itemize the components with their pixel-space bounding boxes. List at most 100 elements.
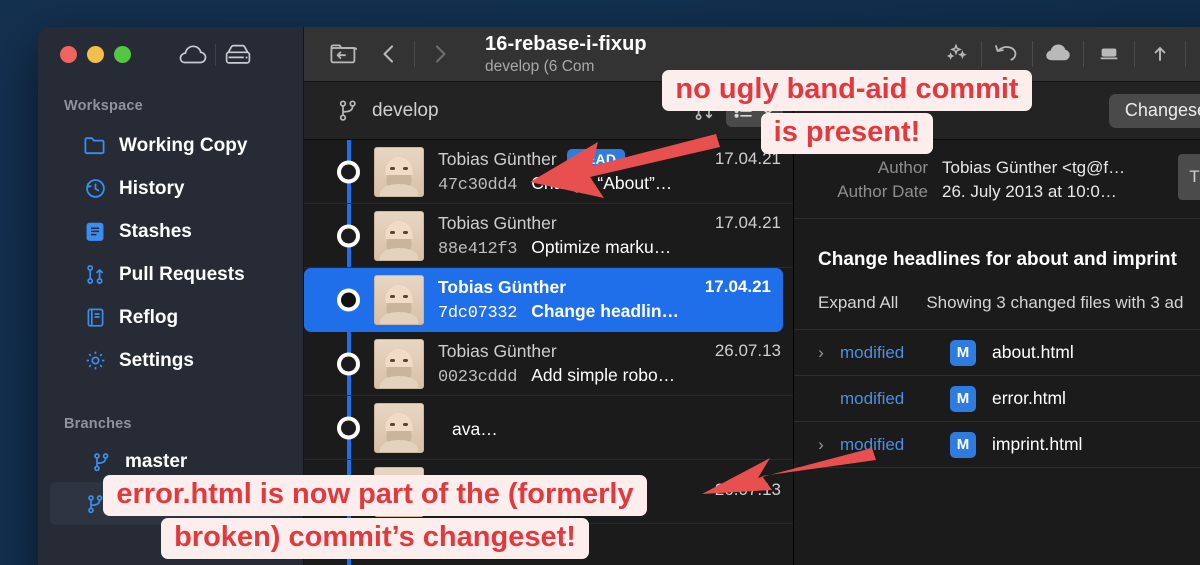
pull-down-icon[interactable]: [1188, 34, 1200, 74]
file-status: modified: [840, 388, 905, 408]
repo-name: 16-rebase-i-fixup: [485, 32, 647, 55]
author-date-row: Author Date 26. July 2013 at 10:0…: [794, 180, 1200, 204]
commit-author: Tobias Günther: [438, 212, 557, 233]
avatar: [374, 338, 424, 389]
branch-icon: [338, 99, 358, 122]
close-button[interactable]: [60, 46, 77, 63]
commit-author: Tobias Günther: [438, 276, 567, 297]
commit-row[interactable]: Tobias Günther 26.07.13 0023cddd Add sim…: [304, 332, 793, 396]
back-button[interactable]: [366, 34, 412, 74]
toolbar-divider: [1032, 41, 1033, 67]
sidebar-item-reflog[interactable]: Reflog: [38, 296, 303, 339]
sidebar-item-label: Stashes: [119, 220, 192, 242]
author-value: Tobias Günther <tg@f…: [942, 158, 1126, 177]
annotation-bottom-line2: broken) commit’s changeset!: [161, 518, 589, 560]
commit-message: ava…: [452, 418, 498, 439]
cloud-pull-icon[interactable]: [1035, 34, 1081, 74]
pull-request-icon: [84, 264, 106, 286]
sidebar-item-label: master: [125, 451, 188, 472]
forward-button[interactable]: [417, 34, 463, 74]
commit-date: 17.04.21: [704, 277, 771, 296]
branch-icon: [90, 451, 112, 473]
annotation-bottom: error.html is now part of the (formerly …: [40, 475, 710, 560]
clipboard-icon: [84, 221, 106, 243]
zoom-button[interactable]: [114, 46, 131, 63]
cloud-icon[interactable]: [171, 37, 215, 73]
sidebar-item-label: History: [119, 177, 185, 199]
expand-all-button[interactable]: Expand All: [818, 293, 898, 313]
annotation-top: no ugly band-aid commit is present!: [622, 70, 1072, 155]
toolbar-divider: [414, 41, 415, 67]
undo-icon[interactable]: [984, 34, 1030, 74]
drive-icon[interactable]: [216, 37, 260, 73]
clock-icon: [84, 178, 106, 200]
sparkles-icon[interactable]: [933, 34, 979, 74]
commit-hash: 0023cddd: [438, 367, 518, 387]
toolbar-divider: [1083, 41, 1084, 67]
commit-hash: 88e412f3: [438, 239, 518, 259]
file-name: imprint.html: [992, 434, 1083, 454]
annotation-top-line2: is present!: [760, 113, 934, 155]
modified-badge: M: [950, 339, 976, 366]
commit-graph-node: [337, 352, 360, 375]
changeset-button[interactable]: Changeset: [1108, 93, 1200, 128]
chevron-right-icon[interactable]: ›: [802, 343, 840, 363]
changeset-actions: Expand All Showing 3 changed files with …: [794, 271, 1200, 330]
commit-date: 17.04.21: [714, 213, 781, 232]
author-label: Author: [877, 158, 928, 177]
file-status: modified: [840, 342, 905, 362]
toolbar-divider: [981, 41, 982, 67]
sidebar-item-working-copy[interactable]: Working Copy: [38, 124, 303, 167]
commit-hash: 47c30dd4: [438, 175, 518, 195]
annotation-top-line1: no ugly band-aid commit: [662, 70, 1032, 112]
commit-graph-node: [337, 416, 360, 439]
commit-message: Change headlin…: [531, 300, 680, 321]
folder-icon: [84, 135, 106, 157]
sidebar-item-history[interactable]: History: [38, 167, 303, 210]
commit-hash: 7dc07332: [438, 303, 518, 323]
commit-row[interactable]: Tobias Günther 17.04.21 88e412f3 Optimiz…: [304, 204, 793, 268]
sidebar-item-stashes[interactable]: Stashes: [38, 210, 303, 253]
file-name: about.html: [992, 342, 1074, 362]
file-row[interactable]: › modified M error.html: [794, 376, 1200, 422]
minimize-button[interactable]: [87, 46, 104, 63]
avatar: [374, 274, 424, 325]
avatar: TG: [1178, 154, 1200, 200]
annotation-arrow-bottom: [702, 448, 876, 494]
avatar: [374, 210, 424, 261]
file-name: error.html: [992, 388, 1066, 408]
sidebar-item-settings[interactable]: Settings: [38, 339, 303, 382]
sidebar-section-branches-title: Branches: [64, 416, 132, 432]
sidebar-item-label: Working Copy: [119, 134, 248, 156]
modified-badge: M: [950, 385, 976, 412]
author-date-value: 26. July 2013 at 10:0…: [942, 182, 1117, 201]
avatar: [374, 146, 424, 197]
avatar: [374, 402, 424, 453]
author-row: Author Tobias Günther <tg@f…: [794, 156, 1200, 180]
sidebar-item-label: Pull Requests: [119, 263, 245, 285]
toolbar-divider: [1134, 41, 1135, 67]
sidebar-item-pull-requests[interactable]: Pull Requests: [38, 253, 303, 296]
modified-badge: M: [950, 431, 976, 458]
sidebar-toggle-icon[interactable]: [320, 34, 366, 74]
commit-row-selected[interactable]: Tobias Günther 17.04.21 7dc07332 Change …: [304, 268, 783, 332]
gear-icon: [84, 350, 106, 372]
commit-graph-node: [337, 160, 360, 183]
annotation-bottom-line1: error.html is now part of the (formerly: [103, 475, 647, 517]
branch-name: develop: [372, 99, 439, 121]
commit-message: Add simple robo…: [531, 364, 676, 385]
commit-graph-node: [337, 224, 360, 247]
top-toolbar-actions: [933, 34, 1200, 74]
book-icon: [84, 307, 106, 329]
traffic-lights[interactable]: [60, 46, 131, 63]
push-up-icon[interactable]: [1137, 34, 1183, 74]
file-row[interactable]: › modified M about.html: [794, 330, 1200, 376]
sidebar-toolbar: [171, 37, 260, 73]
stash-icon[interactable]: [1086, 34, 1132, 74]
commit-date: 26.07.13: [714, 341, 781, 360]
sidebar-section-workspace-title: Workspace: [64, 98, 143, 114]
commit-message-full: Change headlines for about and imprint: [818, 249, 1177, 270]
sidebar-item-label: Settings: [119, 349, 194, 371]
commit-message: Optimize marku…: [531, 236, 672, 257]
author-date-label: Author Date: [837, 182, 928, 201]
